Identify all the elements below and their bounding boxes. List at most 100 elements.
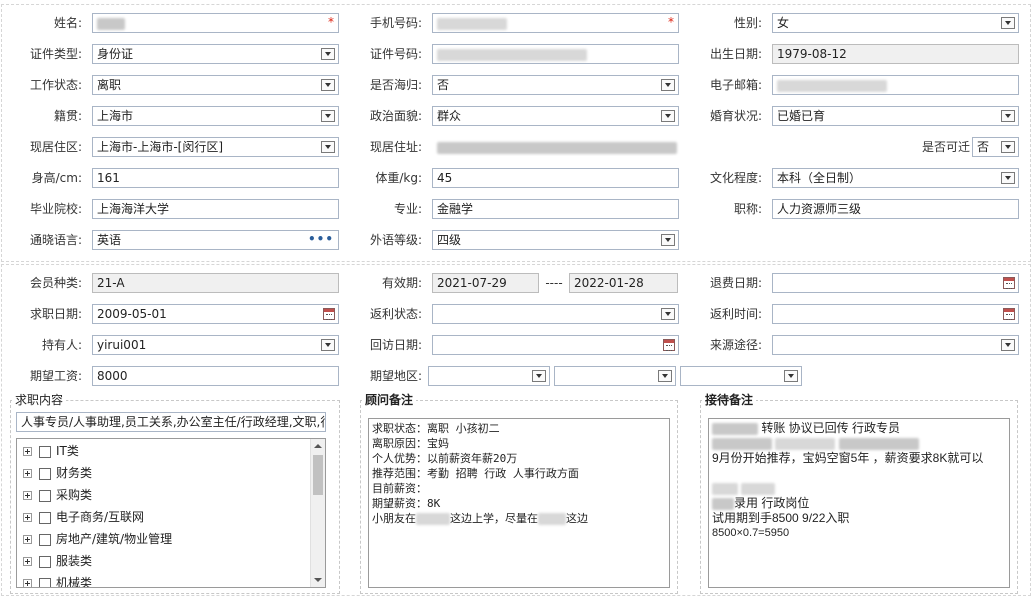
rebate-status-select[interactable]: [432, 304, 679, 324]
marital-select[interactable]: 已婚已育: [772, 106, 1019, 126]
major-input[interactable]: 金融学: [432, 199, 679, 219]
weight-input[interactable]: 45: [432, 168, 679, 188]
source-select[interactable]: [772, 335, 1019, 355]
expand-icon[interactable]: [23, 557, 32, 566]
member-type-label: 会员种类:: [29, 276, 82, 290]
scroll-down-icon[interactable]: [314, 578, 322, 582]
district-select[interactable]: 上海市-上海市-[闵行区]: [92, 137, 339, 157]
overseas-select[interactable]: 否: [432, 75, 679, 95]
refund-date-label: 退费日期:: [709, 276, 762, 290]
political-value: 群众: [437, 109, 462, 123]
lang-level-label: 外语等级:: [369, 233, 422, 247]
checkbox[interactable]: [39, 467, 51, 480]
calendar-icon[interactable]: [663, 339, 675, 351]
phone-label: 手机号码:: [369, 16, 422, 30]
expand-icon[interactable]: [23, 513, 32, 522]
tree-scrollbar[interactable]: [310, 439, 325, 587]
reception-note-line: 试用期到手8500 9/22入职: [712, 511, 850, 525]
job-content-legend: 求职内容: [12, 393, 67, 407]
language-picker[interactable]: 英语 •••: [92, 230, 339, 250]
source-label: 来源途径:: [709, 338, 762, 352]
tree-item-real-estate[interactable]: 房地产/建筑/物业管理: [23, 528, 172, 550]
job-content-summary[interactable]: 人事专员/人事助理,员工关系,办公室主任/行政经理,文职,行: [16, 412, 326, 432]
advisor-note-line: 目前薪资：: [372, 482, 427, 495]
expand-icon[interactable]: [23, 491, 32, 500]
id-type-value: 身份证: [97, 47, 134, 61]
rebate-time-label: 返利时间:: [709, 307, 762, 321]
relocate-label: 是否可迁: [921, 140, 970, 154]
calendar-icon[interactable]: [323, 308, 335, 320]
job-date-input[interactable]: 2009-05-01: [92, 304, 339, 324]
expand-icon[interactable]: [23, 535, 32, 544]
lang-level-select[interactable]: 四级: [432, 230, 679, 250]
overseas-value: 否: [437, 78, 450, 92]
gender-label: 性别:: [733, 16, 762, 30]
relocate-select[interactable]: 否: [972, 137, 1019, 157]
chevron-down-icon: [532, 370, 546, 382]
reception-note-line: 9月份开始推荐，宝妈空窗5年 ，薪资要求8K就可以: [712, 451, 984, 465]
expand-icon[interactable]: [23, 579, 32, 587]
education-select[interactable]: 本科（全日制）: [772, 168, 1019, 188]
native-place-select[interactable]: 上海市: [92, 106, 339, 126]
tree-item-purchasing[interactable]: 采购类: [23, 484, 92, 506]
email-label: 电子邮箱:: [709, 78, 762, 92]
region-city-select[interactable]: [554, 366, 676, 386]
id-type-select[interactable]: 身份证: [92, 44, 339, 64]
phone-redacted: [437, 17, 507, 30]
title-input[interactable]: 人力资源师三级: [772, 199, 1019, 219]
tree-item-machinery[interactable]: 机械类: [23, 572, 92, 587]
expand-icon[interactable]: [23, 469, 32, 478]
checkbox[interactable]: [39, 555, 51, 568]
id-no-redacted: [437, 48, 587, 61]
calendar-icon[interactable]: [1003, 277, 1015, 289]
more-icon[interactable]: •••: [308, 231, 334, 247]
address-input[interactable]: [432, 137, 908, 157]
tree-item-finance[interactable]: 财务类: [23, 462, 92, 484]
district-value: 上海市-上海市-[闵行区]: [97, 140, 224, 154]
refund-date-input[interactable]: [772, 273, 1019, 293]
visit-date-input[interactable]: [432, 335, 679, 355]
advisor-note-line: 求职状态：离职 小孩初二: [372, 422, 500, 435]
reception-notes-textarea[interactable]: 转账 协议已回传 行政专员 9月份开始推荐，宝妈空窗5年 ，薪资要求8K就可以 …: [708, 418, 1010, 588]
school-input[interactable]: 上海海洋大学: [92, 199, 339, 219]
tree-item-ecommerce[interactable]: 电子商务/互联网: [23, 506, 144, 528]
work-status-select[interactable]: 离职: [92, 75, 339, 95]
tree-item-apparel[interactable]: 服装类: [23, 550, 92, 572]
member-type-field: 21-A: [92, 273, 339, 293]
redacted: [838, 437, 919, 450]
salary-input[interactable]: 8000: [92, 366, 339, 386]
checkbox[interactable]: [39, 445, 51, 458]
birth-label: 出生日期:: [709, 47, 762, 61]
holder-select[interactable]: yirui001: [92, 335, 339, 355]
height-input[interactable]: 161: [92, 168, 339, 188]
id-no-input[interactable]: [432, 44, 679, 64]
phone-required-mark: *: [668, 15, 674, 29]
email-redacted: [777, 79, 887, 92]
phone-input[interactable]: *: [432, 13, 679, 33]
name-input[interactable]: *: [92, 13, 339, 33]
advisor-notes-textarea[interactable]: 求职状态：离职 小孩初二 离职原因：宝妈 个人优势：以前薪资年薪20万 推荐范围…: [368, 418, 670, 588]
calendar-icon[interactable]: [1003, 308, 1015, 320]
scroll-up-icon[interactable]: [314, 444, 322, 448]
redacted: [712, 497, 734, 510]
chevron-down-icon: [1001, 110, 1015, 122]
scroll-thumb[interactable]: [313, 455, 323, 495]
checkbox[interactable]: [39, 533, 51, 546]
region-district-select[interactable]: [680, 366, 802, 386]
rebate-time-input[interactable]: [772, 304, 1019, 324]
native-place-value: 上海市: [97, 109, 134, 123]
expand-icon[interactable]: [23, 447, 32, 456]
school-label: 毕业院校:: [29, 202, 82, 216]
job-category-tree[interactable]: IT类 财务类 采购类 电子商务/互联网 房地产/建筑/物业管理 服装类 机械类: [16, 438, 326, 588]
tree-item-it[interactable]: IT类: [23, 440, 79, 462]
chevron-down-icon: [1001, 339, 1015, 351]
checkbox[interactable]: [39, 511, 51, 524]
valid-separator: ----: [545, 276, 563, 290]
gender-select[interactable]: 女: [772, 13, 1019, 33]
chevron-down-icon: [1001, 141, 1015, 153]
region-province-select[interactable]: [428, 366, 550, 386]
political-select[interactable]: 群众: [432, 106, 679, 126]
checkbox[interactable]: [39, 577, 51, 587]
email-input[interactable]: [772, 75, 1019, 95]
checkbox[interactable]: [39, 489, 51, 502]
